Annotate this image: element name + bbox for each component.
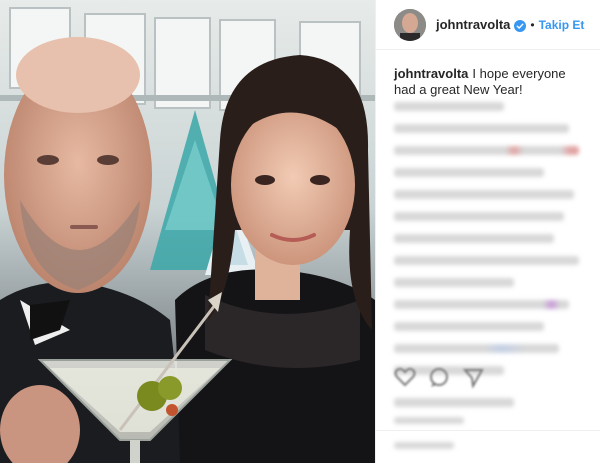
list-item bbox=[394, 124, 569, 133]
follow-button[interactable]: Takip Et bbox=[539, 18, 585, 32]
list-item bbox=[394, 234, 554, 243]
list-item bbox=[394, 256, 579, 265]
list-item bbox=[394, 168, 544, 177]
divider bbox=[376, 430, 600, 431]
likes-count-blurred bbox=[376, 398, 600, 424]
share-icon[interactable] bbox=[462, 366, 484, 390]
list-item bbox=[394, 344, 559, 353]
post-caption: johntravolta I hope everyone had a great … bbox=[376, 50, 600, 98]
heart-icon[interactable] bbox=[394, 366, 416, 388]
add-comment-line bbox=[394, 442, 454, 449]
comments-list-blurred bbox=[376, 100, 600, 388]
post-actions bbox=[394, 366, 484, 390]
header-username[interactable]: johntravolta bbox=[436, 17, 510, 32]
list-item bbox=[394, 300, 569, 309]
comment-icon[interactable] bbox=[428, 366, 450, 388]
post-header: johntravolta • Takip Et bbox=[376, 0, 600, 50]
list-item bbox=[394, 102, 504, 111]
verified-badge-icon bbox=[514, 19, 527, 32]
post-photo[interactable] bbox=[0, 0, 375, 463]
timestamp-line bbox=[394, 417, 464, 424]
avatar[interactable] bbox=[394, 8, 426, 41]
avatar-image bbox=[394, 8, 426, 41]
header-separator: • bbox=[530, 17, 535, 32]
list-item bbox=[394, 322, 544, 331]
list-item bbox=[394, 278, 514, 287]
post-photo-image bbox=[0, 0, 375, 463]
list-item bbox=[394, 212, 564, 221]
list-item bbox=[394, 146, 579, 155]
post-sidebar: johntravolta • Takip Et johntravolta I ho… bbox=[375, 0, 600, 463]
likes-line bbox=[394, 398, 514, 407]
instagram-post: johntravolta • Takip Et johntravolta I ho… bbox=[0, 0, 600, 463]
add-comment-blurred[interactable] bbox=[376, 442, 600, 449]
list-item bbox=[394, 190, 574, 199]
caption-username[interactable]: johntravolta bbox=[394, 66, 468, 81]
